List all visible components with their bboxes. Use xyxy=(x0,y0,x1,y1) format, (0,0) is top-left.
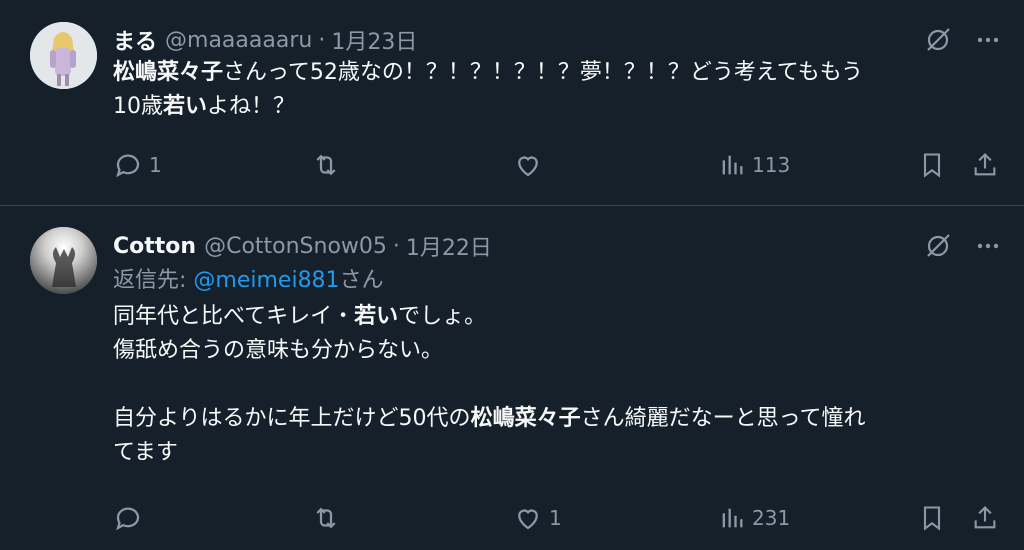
reply-button[interactable]: 1 xyxy=(113,150,162,180)
views-button[interactable]: 113 xyxy=(718,151,790,179)
text-normal: 自分よりはるかに年上だけど50代の xyxy=(113,406,471,431)
reply-mention-link[interactable]: @meimei881 xyxy=(193,268,339,293)
more-icon[interactable] xyxy=(976,28,1000,52)
reply-prefix: 返信先: xyxy=(113,268,194,293)
tweet-header: Cotton @CottonSnow05 · 1月22日 xyxy=(113,230,1000,262)
separator: · xyxy=(392,233,400,259)
text-bold: 松嶋菜々子 xyxy=(113,60,224,85)
tweet[interactable]: まる @maaaaaaru · 1月23日 松嶋菜々子さんって52歳なの！？！？… xyxy=(0,0,1024,206)
reply-icon xyxy=(113,150,143,180)
bookmark-icon xyxy=(918,151,946,179)
text-line: てます xyxy=(113,436,1000,470)
heart-icon xyxy=(513,503,543,533)
text-normal: さん綺麗だなーと思って憧れ xyxy=(580,406,866,431)
display-name[interactable]: Cotton xyxy=(113,234,196,259)
text-line: 自分よりはるかに年上だけど50代の松嶋菜々子さん綺麗だなーと思って憧れ xyxy=(113,402,1000,436)
text-normal: でしょ。 xyxy=(398,304,487,329)
text-normal: 同年代と比べてキレイ・ xyxy=(113,304,355,329)
text-normal: 傷舐め合うの意味も分からない。 xyxy=(113,338,444,363)
text-line: 傷舐め合うの意味も分からない。 xyxy=(113,334,1000,368)
like-button[interactable] xyxy=(513,150,549,180)
views-icon xyxy=(718,504,746,532)
action-bar: 1 231 xyxy=(113,501,1000,535)
like-button[interactable]: 1 xyxy=(513,503,562,533)
retweet-icon xyxy=(311,150,341,180)
tweet-text: 松嶋菜々子さんって52歳なの！？！？！？！？夢！？！？どう考えてももう 10歳若… xyxy=(113,56,1000,124)
reply-context: 返信先: @meimei881さん xyxy=(113,266,1000,296)
text-line: 松嶋菜々子さんって52歳なの！？！？！？！？夢！？！？どう考えてももう xyxy=(113,56,1000,90)
text-normal: 10歳 xyxy=(113,94,163,119)
bookmark-icon xyxy=(918,504,946,532)
heart-icon xyxy=(513,150,543,180)
tweet-text: 同年代と比べてキレイ・若いでしょ。 傷舐め合うの意味も分からない。 自分よりはる… xyxy=(113,300,1000,470)
view-count: 231 xyxy=(752,506,791,530)
bookmark-button[interactable] xyxy=(918,504,946,532)
grok-icon[interactable] xyxy=(924,26,952,54)
share-icon xyxy=(971,504,999,532)
reply-icon xyxy=(113,503,143,533)
reply-button[interactable] xyxy=(113,503,149,533)
like-count: 1 xyxy=(549,506,562,530)
tweet-date[interactable]: 1月22日 xyxy=(406,230,492,262)
views-button[interactable]: 231 xyxy=(718,504,790,532)
retweet-button[interactable] xyxy=(311,503,347,533)
tweet-date[interactable]: 1月23日 xyxy=(331,24,417,56)
text-normal: よね！？ xyxy=(207,94,296,119)
text-line: 同年代と比べてキレイ・若いでしょ。 xyxy=(113,300,1000,334)
text-bold: 若い xyxy=(163,94,208,119)
avatar[interactable] xyxy=(30,227,97,294)
reply-count: 1 xyxy=(149,153,162,177)
tweet[interactable]: Cotton @CottonSnow05 · 1月22日 返信先: @meime… xyxy=(0,206,1024,550)
avatar[interactable] xyxy=(30,22,97,89)
view-count: 113 xyxy=(752,153,791,177)
tweet-header: まる @maaaaaaru · 1月23日 xyxy=(113,24,1000,56)
reply-suffix: さん xyxy=(339,268,384,293)
separator: · xyxy=(318,27,326,53)
views-icon xyxy=(718,151,746,179)
grok-icon[interactable] xyxy=(924,232,952,260)
share-button[interactable] xyxy=(971,504,999,532)
retweet-icon xyxy=(311,503,341,533)
text-bold: 松嶋菜々子 xyxy=(470,406,581,431)
text-normal: てます xyxy=(113,440,178,465)
user-handle[interactable]: @CottonSnow05 xyxy=(204,234,387,259)
retweet-button[interactable] xyxy=(311,150,347,180)
user-handle[interactable]: @maaaaaaru xyxy=(165,28,312,53)
share-icon xyxy=(971,151,999,179)
text-bold: 若い xyxy=(354,304,399,329)
share-button[interactable] xyxy=(971,151,999,179)
text-normal: さんって52歳なの！？！？！？！？夢！？！？どう考えてももう xyxy=(223,60,864,85)
action-bar: 1 113 xyxy=(113,148,1000,182)
more-icon[interactable] xyxy=(976,234,1000,258)
display-name[interactable]: まる xyxy=(113,24,157,56)
text-line: 10歳若いよね！？ xyxy=(113,90,1000,124)
bookmark-button[interactable] xyxy=(918,151,946,179)
